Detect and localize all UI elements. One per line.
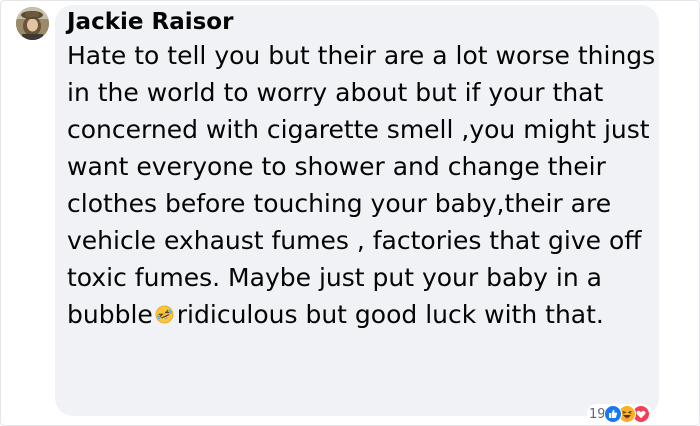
comment-card: Jackie Raisor Hate to tell you but their…: [0, 0, 700, 426]
comment-text-part-1: Hate to tell you but their are a lot wor…: [67, 41, 656, 329]
profile-photo-icon: [16, 7, 49, 40]
comment-text: Hate to tell you but their are a lot wor…: [67, 37, 657, 333]
comment-bubble: Jackie Raisor Hate to tell you but their…: [55, 5, 659, 416]
reaction-summary[interactable]: 19: [587, 404, 652, 424]
like-icon: [603, 405, 622, 423]
comment-text-part-2: ridiculous but good luck with that.: [176, 300, 604, 329]
author-name[interactable]: Jackie Raisor: [67, 9, 233, 35]
rolling-on-floor-laughing-emoji-icon: [155, 297, 174, 324]
avatar[interactable]: [16, 7, 49, 40]
